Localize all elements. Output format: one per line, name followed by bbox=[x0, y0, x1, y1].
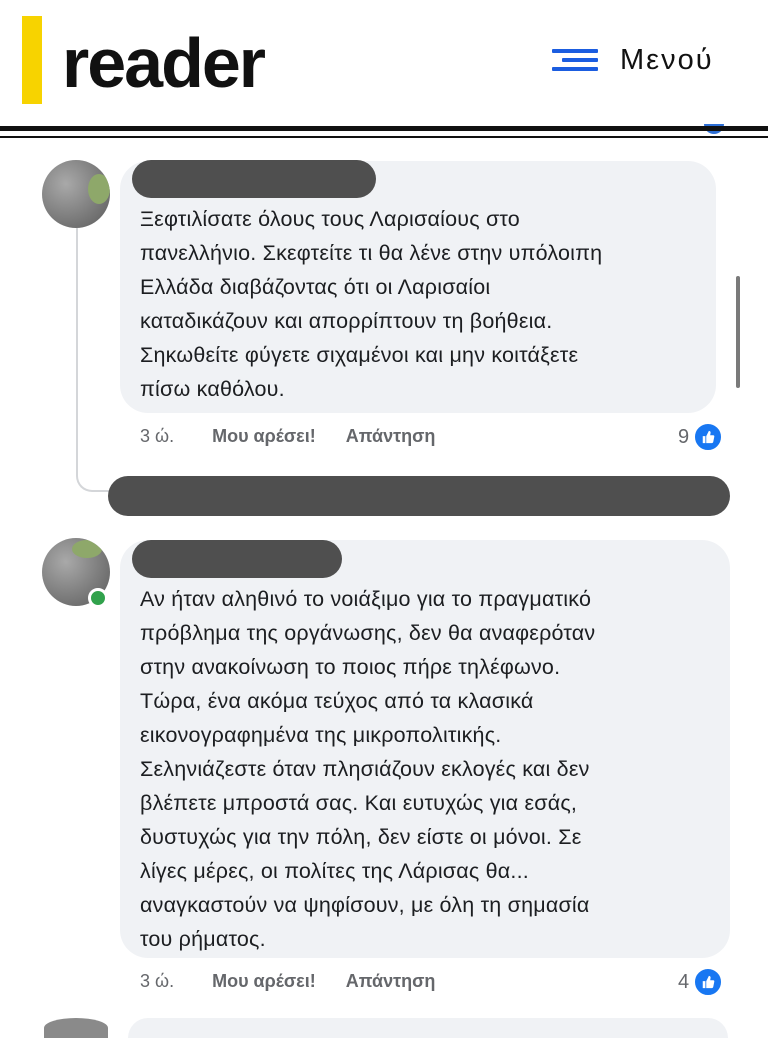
site-header: reader Μενού bbox=[0, 0, 768, 126]
avatar[interactable] bbox=[42, 160, 110, 228]
redacted-author-name bbox=[132, 160, 376, 198]
reply-link[interactable]: Απάντηση bbox=[346, 971, 436, 992]
reaction-number: 4 bbox=[678, 970, 690, 993]
reaction-count[interactable]: 4 bbox=[678, 967, 724, 997]
logo-accent-bar bbox=[22, 16, 42, 104]
like-link[interactable]: Μου αρέσει! bbox=[212, 971, 316, 992]
reply-link[interactable]: Απάντηση bbox=[346, 426, 436, 447]
comment-actions: 3 ώ. Μου αρέσει! Απάντηση bbox=[140, 971, 435, 992]
comment-actions: 3 ώ. Μου αρέσει! Απάντηση bbox=[140, 426, 435, 447]
reaction-count[interactable]: 9 bbox=[678, 422, 724, 452]
reaction-number: 9 bbox=[678, 425, 690, 448]
comment-text: Ξεφτιλίσατε όλους τους Λαρισαίους στο πα… bbox=[140, 207, 603, 401]
comment-text: Αν ήταν αληθινό το νοιάξιμο για το πραγμ… bbox=[140, 587, 596, 951]
header-divider-thick bbox=[0, 126, 768, 131]
like-link[interactable]: Μου αρέσει! bbox=[212, 426, 316, 447]
site-logo[interactable]: reader bbox=[62, 18, 266, 108]
scrollbar[interactable] bbox=[736, 276, 740, 388]
redacted-author-name bbox=[132, 540, 342, 578]
comment-timestamp[interactable]: 3 ώ. bbox=[140, 426, 174, 447]
comment-timestamp[interactable]: 3 ώ. bbox=[140, 971, 174, 992]
comment-bubble bbox=[128, 1018, 728, 1038]
menu-label: Μενού bbox=[620, 43, 714, 76]
reply-thread-line bbox=[76, 228, 118, 492]
thumbs-up-icon bbox=[693, 422, 724, 452]
online-status-dot bbox=[88, 588, 108, 608]
redacted-reply-row bbox=[108, 476, 730, 516]
avatar[interactable] bbox=[44, 1018, 108, 1038]
logo-text: reader bbox=[62, 24, 266, 102]
hamburger-menu-icon bbox=[552, 47, 598, 73]
menu-button[interactable]: Μενού bbox=[552, 40, 714, 80]
header-divider-thin bbox=[0, 136, 768, 138]
thumbs-up-icon bbox=[693, 967, 724, 997]
